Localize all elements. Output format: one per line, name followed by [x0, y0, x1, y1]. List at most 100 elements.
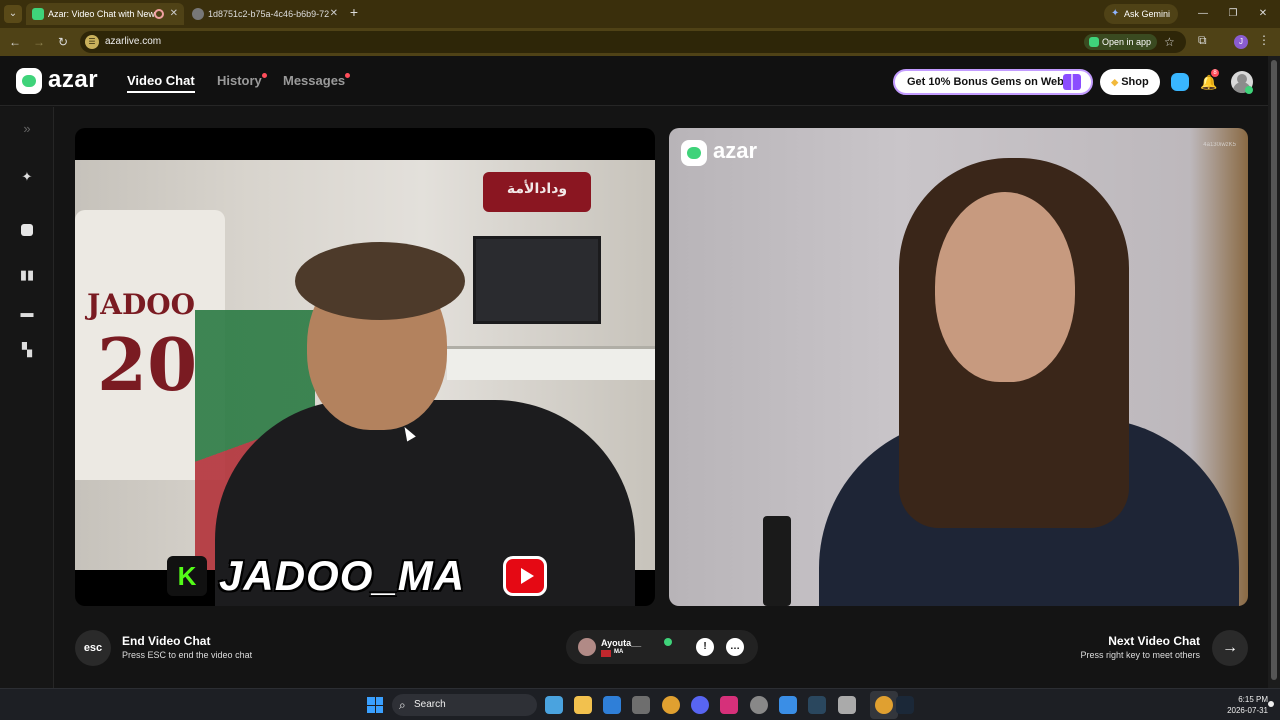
shop-button[interactable]: Shop	[1100, 69, 1160, 95]
star-icon[interactable]: ☆	[1164, 31, 1175, 53]
magic-wand-icon[interactable]: ✦	[17, 167, 37, 187]
nav-history[interactable]: History	[217, 73, 262, 88]
peer-name: Ayouta__	[601, 638, 642, 648]
swap-icon[interactable]	[17, 220, 37, 240]
steam-2-icon[interactable]	[896, 696, 914, 714]
reload-icon[interactable]: ↻	[54, 33, 72, 51]
arrow-right-icon[interactable]: →	[1212, 630, 1248, 666]
browser-profile-avatar[interactable]: J	[1234, 35, 1248, 49]
browser-tab-2[interactable]: 1d8751c2-b75a-4c46-b6b9-72 ✕	[186, 3, 344, 25]
taskbar-app-icon[interactable]	[545, 696, 563, 714]
azar-logo-icon	[16, 68, 42, 94]
more-icon[interactable]: ⋮	[1258, 33, 1270, 47]
scarf-banner: ودادالأمة	[483, 172, 591, 212]
browser-tab-azar[interactable]: Azar: Video Chat with New ✕	[26, 3, 184, 25]
new-tab-icon[interactable]: +	[346, 4, 362, 22]
mail-icon[interactable]	[603, 696, 621, 714]
page-scrollbar[interactable]	[1268, 56, 1280, 688]
nav-video-chat[interactable]: Video Chat	[127, 73, 195, 93]
browser-toolbar: ← → ↻ ☰ azarlive.com Open in app ☆ ⧉	[0, 28, 1280, 56]
peer-country: MA	[614, 649, 624, 655]
bonus-gems-promo[interactable]: Get 10% Bonus Gems on Web!	[893, 69, 1093, 95]
site-info-icon[interactable]: ☰	[85, 35, 99, 49]
next-chat-hint: Press right key to meet others	[1080, 650, 1200, 660]
notification-badge: 8	[1211, 69, 1219, 77]
ask-gemini-button[interactable]: Ask Gemini	[1104, 4, 1179, 24]
address-bar[interactable]: ☰ azarlive.com Open in app ☆	[80, 31, 1186, 53]
app-icon-3[interactable]	[838, 696, 856, 714]
nav-messages[interactable]: Messages	[283, 73, 345, 88]
jersey-number: 20	[97, 322, 198, 407]
online-status-dot	[1245, 86, 1253, 94]
back-icon[interactable]: ←	[6, 33, 24, 51]
left-sidebar: » ✦ ▮▮ ▬ ▚	[0, 107, 54, 688]
chair	[763, 516, 791, 606]
extensions-icon[interactable]: ⧉	[1198, 33, 1207, 48]
end-chat-button[interactable]: esc	[75, 630, 111, 666]
watermark-id: 4a130iwzK5	[1203, 142, 1236, 148]
end-chat-hint: Press ESC to end the video chat	[122, 650, 253, 660]
local-person	[195, 220, 635, 606]
forward-icon[interactable]: →	[30, 33, 48, 51]
remote-person-face	[935, 192, 1075, 382]
azar-logo-icon	[681, 140, 707, 166]
local-video-scene: JADOO 20 ودادالأمة K JADOO_MA	[75, 160, 655, 606]
chat-icon[interactable]	[1171, 73, 1189, 91]
watermark-text: azar	[713, 138, 758, 163]
history-notification-dot	[262, 73, 267, 78]
shield-icon[interactable]: !	[696, 638, 714, 656]
open-in-app-button[interactable]: Open in app	[1084, 34, 1158, 50]
next-chat-title: Next Video Chat	[1108, 634, 1200, 648]
peer-avatar	[578, 638, 596, 656]
gift-icon	[1063, 74, 1081, 90]
recording-icon	[154, 9, 164, 19]
taskbar-search[interactable]: Search	[392, 694, 537, 716]
youtube-icon	[503, 556, 547, 596]
chrome-active-icon[interactable]	[875, 696, 893, 714]
logo-text: azar	[48, 66, 99, 93]
chrome-icon[interactable]	[662, 696, 680, 714]
azar-favicon-icon	[32, 8, 44, 20]
minimize-icon[interactable]: —	[1188, 4, 1218, 24]
close-icon[interactable]: ✕	[170, 3, 178, 25]
instagram-icon[interactable]	[720, 696, 738, 714]
remote-video: azar 4a130iwzK5	[669, 128, 1248, 606]
app-header: azar Video Chat History Messages Get 10%…	[0, 56, 1268, 106]
verified-icon	[664, 638, 672, 646]
globe-icon	[192, 8, 204, 20]
windows-taskbar: Search 6:15 PM 2026-07-31	[0, 688, 1280, 720]
steam-icon[interactable]	[808, 696, 826, 714]
hair	[295, 242, 465, 320]
peer-info[interactable]: Ayouta__ MA ! …	[566, 630, 758, 664]
windows-start-icon[interactable]	[367, 697, 383, 713]
discord-icon[interactable]	[691, 696, 709, 714]
tab-search-icon[interactable]: ⌄	[4, 5, 22, 23]
notification-icon[interactable]	[1268, 701, 1274, 707]
split-horizontal-icon[interactable]: ▬	[17, 303, 37, 323]
jersey-name: JADOO	[87, 288, 196, 321]
end-chat-title: End Video Chat	[122, 634, 211, 648]
close-icon[interactable]: ✕	[330, 3, 338, 25]
app-icon[interactable]	[750, 696, 768, 714]
local-video: JADOO 20 ودادالأمة K JADOO_MA	[75, 128, 655, 606]
clock-time: 6:15 PM	[1238, 695, 1268, 704]
grid-icon[interactable]: ▚	[17, 340, 37, 360]
tab-title: 1d8751c2-b75a-4c46-b6b9-72	[208, 9, 330, 19]
kick-icon: K	[167, 556, 207, 596]
store-icon[interactable]	[632, 696, 650, 714]
tab-title: Azar: Video Chat with New	[48, 9, 155, 19]
split-vertical-icon[interactable]: ▮▮	[17, 265, 37, 285]
file-explorer-icon[interactable]	[574, 696, 592, 714]
clock-date: 2026-07-31	[1227, 706, 1268, 715]
scrollbar-thumb[interactable]	[1271, 60, 1277, 680]
expand-icon[interactable]: »	[17, 119, 37, 139]
system-clock[interactable]: 6:15 PM 2026-07-31	[1218, 694, 1268, 716]
promo-text: Get 10% Bonus Gems on Web!	[907, 76, 1068, 88]
morocco-flag-icon	[601, 650, 611, 657]
window-close-icon[interactable]: ✕	[1248, 4, 1278, 24]
message-icon[interactable]: …	[726, 638, 744, 656]
maximize-icon[interactable]: ❐	[1218, 4, 1248, 24]
browser-tab-strip: ⌄ Azar: Video Chat with New ✕ 1d8751c2-b…	[0, 0, 1280, 28]
app-icon-2[interactable]	[779, 696, 797, 714]
url-text[interactable]: azarlive.com	[105, 31, 161, 53]
